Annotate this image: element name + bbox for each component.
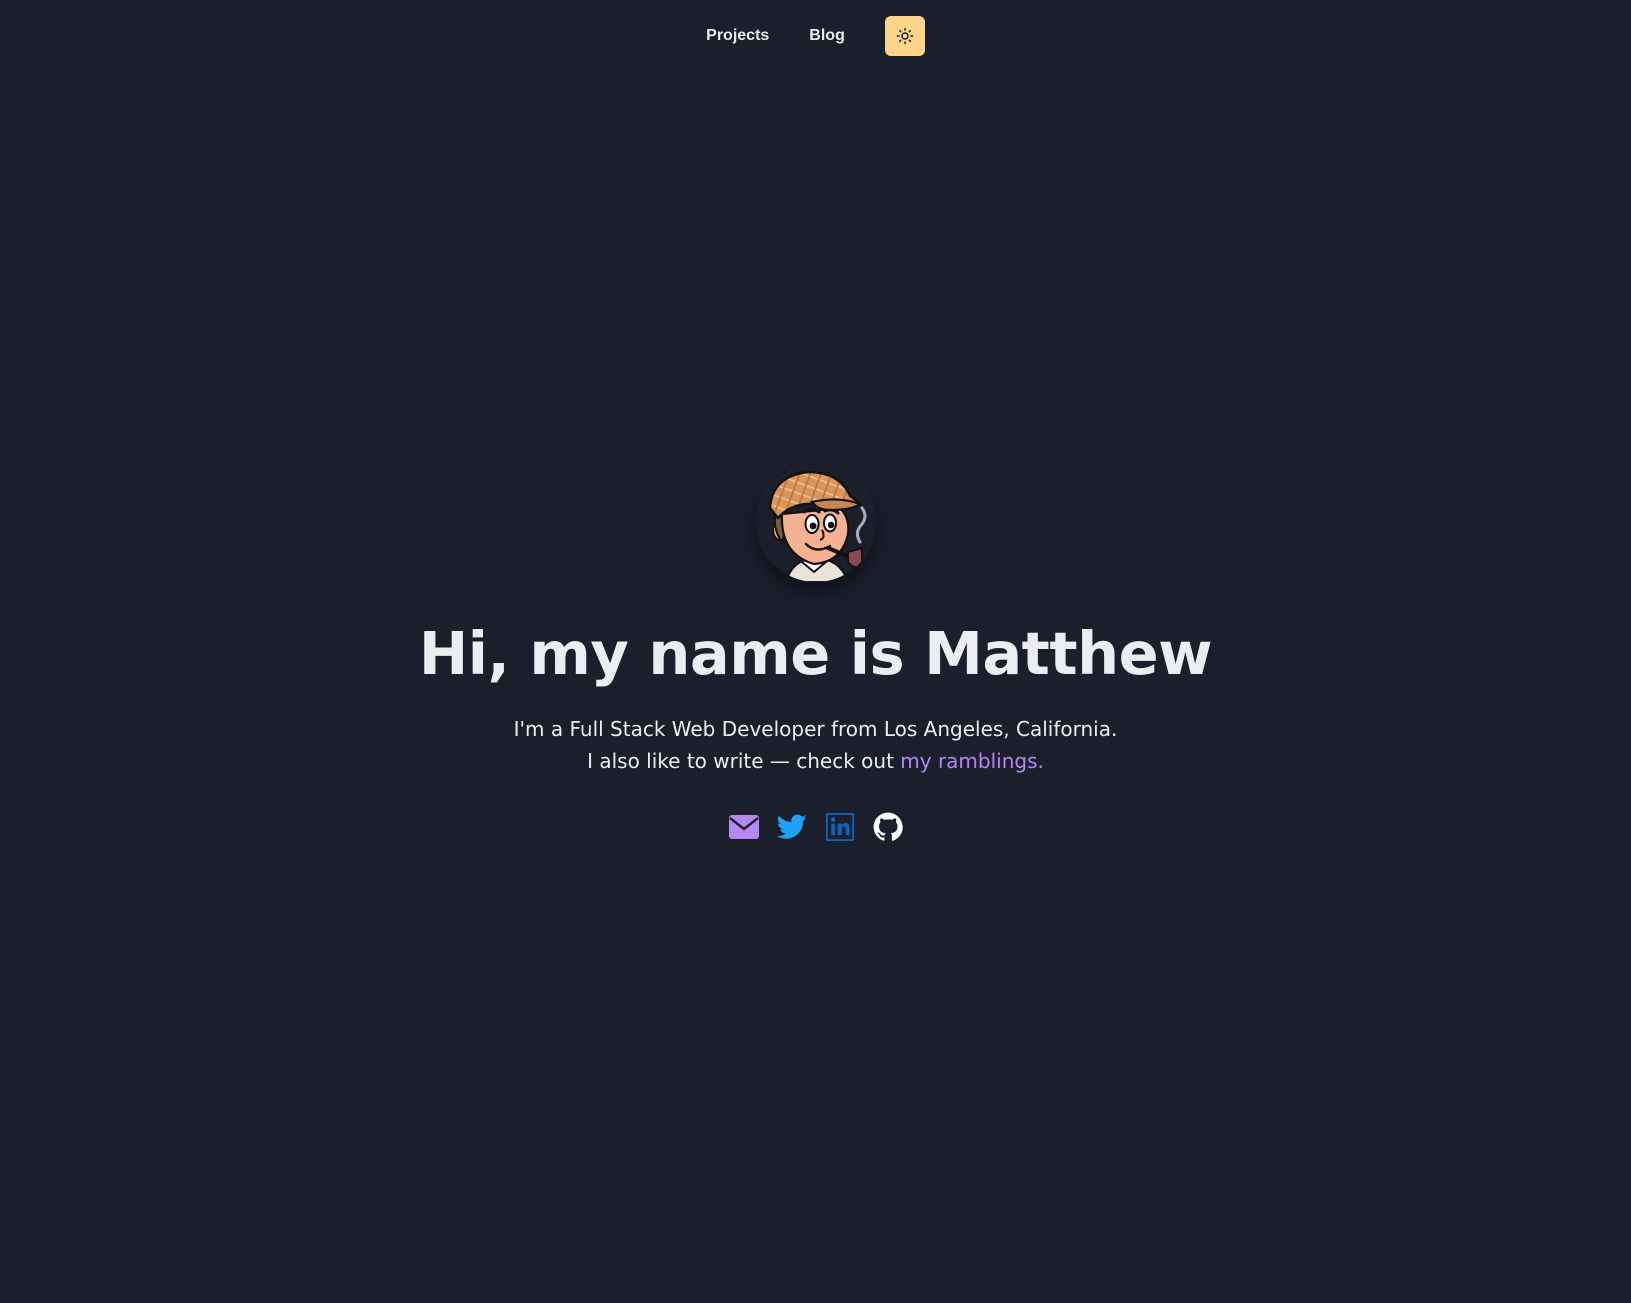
email-link[interactable] bbox=[728, 811, 760, 843]
linkedin-icon bbox=[825, 812, 854, 841]
top-nav: Projects Blog bbox=[0, 15, 1631, 56]
twitter-link[interactable] bbox=[776, 811, 808, 843]
intro-line-2-text: I also like to write — check out bbox=[587, 748, 901, 773]
sun-icon bbox=[896, 27, 914, 44]
github-link[interactable] bbox=[872, 811, 904, 843]
detective-avatar-icon bbox=[755, 462, 876, 582]
nav-link-projects[interactable]: Projects bbox=[706, 27, 769, 45]
intro-paragraph: I'm a Full Stack Web Developer from Los … bbox=[514, 713, 1118, 777]
social-links bbox=[728, 811, 904, 843]
nav-link-blog[interactable]: Blog bbox=[809, 27, 845, 45]
mail-icon bbox=[728, 814, 759, 839]
blog-ramblings-link[interactable]: my ramblings. bbox=[900, 749, 1044, 773]
intro-line-2: I also like to write — check out my ramb… bbox=[514, 745, 1118, 777]
linkedin-link[interactable] bbox=[824, 811, 856, 843]
github-icon bbox=[873, 812, 903, 841]
theme-toggle-button[interactable] bbox=[884, 15, 925, 56]
avatar bbox=[755, 462, 876, 582]
page-title: Hi, my name is Matthew bbox=[418, 619, 1213, 688]
hero-section: Hi, my name is Matthew I'm a Full Stack … bbox=[0, 462, 1631, 843]
twitter-icon bbox=[776, 814, 806, 839]
intro-line-1: I'm a Full Stack Web Developer from Los … bbox=[513, 716, 1118, 741]
